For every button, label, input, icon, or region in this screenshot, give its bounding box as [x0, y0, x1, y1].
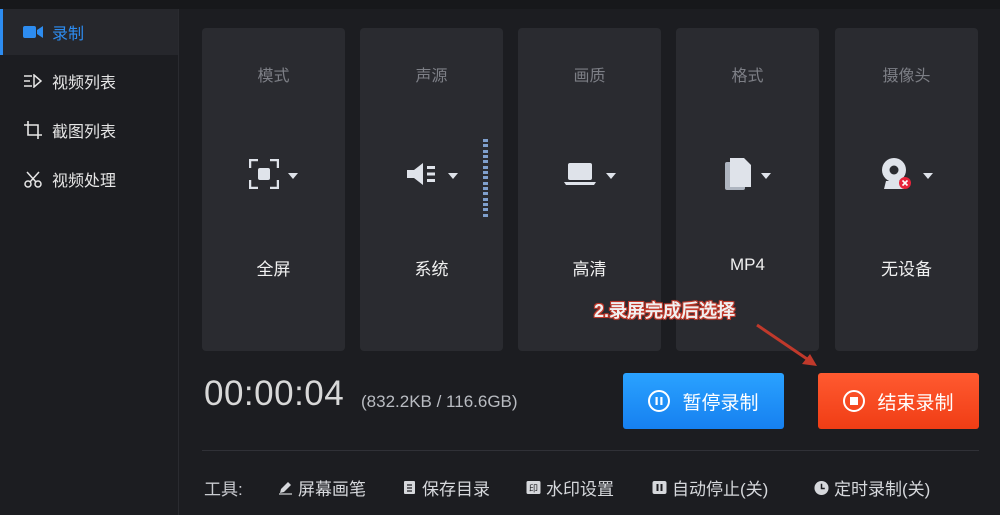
sidebar-item-video-tools[interactable]: 视频处理 — [0, 156, 178, 202]
file-size-readout: (832.2KB / 116.6GB) — [361, 392, 518, 411]
sidebar-item-label: 截图列表 — [52, 124, 117, 141]
pause-recording-label: 暂停录制 — [682, 392, 759, 414]
video-camera-icon — [22, 22, 44, 42]
chevron-down-icon — [448, 173, 458, 179]
clock-icon — [814, 480, 829, 495]
speaker-icon — [405, 161, 439, 192]
sidebar-item-label: 视频列表 — [52, 75, 117, 92]
audio-source-label: 声源 — [415, 68, 448, 85]
quality-label: 画质 — [573, 68, 606, 85]
chevron-down-icon — [288, 173, 298, 179]
divider — [202, 450, 979, 451]
sidebar-item-label: 视频处理 — [52, 173, 117, 190]
watermark-settings-tool[interactable]: 印 水印设置 — [526, 475, 614, 500]
mode-label: 模式 — [257, 68, 290, 85]
tools-title: 工具: — [204, 480, 243, 499]
audio-source-value: 系统 — [414, 260, 449, 279]
format-value: MP4 — [730, 255, 765, 274]
chevron-down-icon — [923, 173, 933, 179]
mode-value: 全屏 — [256, 260, 291, 279]
webcam-icon — [880, 156, 914, 197]
mode-selector[interactable] — [202, 156, 345, 196]
fullscreen-icon — [248, 158, 280, 194]
chevron-down-icon — [606, 173, 616, 179]
scheduled-recording-tool[interactable]: 定时录制(关) — [814, 475, 930, 500]
chevron-down-icon — [761, 173, 771, 179]
tool-label: 水印设置 — [546, 480, 614, 499]
format-label: 格式 — [731, 68, 764, 85]
annotation-text: 2.录屏完成后选择 — [594, 301, 736, 321]
stop-recording-label: 结束录制 — [877, 392, 954, 414]
webcam-card[interactable]: 摄像头 无设备 — [835, 28, 978, 351]
sidebar-item-video-list[interactable]: 视频列表 — [0, 58, 178, 104]
audio-level-meter — [483, 139, 488, 217]
folder-doc-icon — [402, 480, 417, 495]
webcam-selector[interactable] — [835, 156, 978, 196]
record-panel: 模式 全屏 声源 系统 画质 高清 格式 MP4 摄像头 无设备 2.录屏完成后… — [180, 9, 1000, 515]
sidebar-item-screenshot-list[interactable]: 截图列表 — [0, 107, 178, 153]
webcam-label: 摄像头 — [882, 68, 931, 85]
sidebar-item-record[interactable]: 录制 — [0, 9, 178, 55]
pause-recording-button[interactable]: 暂停录制 — [623, 373, 784, 429]
stop-recording-button[interactable]: 结束录制 — [818, 373, 979, 429]
screen-pen-tool[interactable]: 屏幕画笔 — [278, 475, 366, 500]
window-top-bar — [0, 0, 1000, 9]
sidebar-item-label: 录制 — [52, 26, 85, 43]
screenshot-list-icon — [22, 120, 44, 140]
tool-label: 自动停止(关) — [672, 480, 769, 499]
file-icon — [724, 157, 752, 196]
video-tools-icon — [22, 169, 44, 189]
mode-card[interactable]: 模式 全屏 — [202, 28, 345, 351]
laptop-icon — [563, 162, 597, 191]
auto-stop-tool[interactable]: 自动停止(关) — [652, 475, 768, 500]
video-list-icon — [22, 71, 44, 91]
format-selector[interactable] — [676, 156, 819, 196]
watermark-icon: 印 — [526, 480, 541, 495]
sidebar: 录制 视频列表 截图列表 视频处理 — [0, 9, 179, 515]
svg-text:印: 印 — [529, 483, 538, 495]
audio-source-selector[interactable] — [360, 156, 503, 196]
annotation-arrow-icon — [756, 323, 817, 366]
pause-icon — [648, 390, 671, 412]
tool-label: 定时录制(关) — [834, 480, 931, 499]
quality-value: 高清 — [572, 260, 607, 279]
pen-icon — [278, 480, 293, 495]
tool-label: 屏幕画笔 — [298, 480, 366, 499]
save-directory-tool[interactable]: 保存目录 — [402, 475, 490, 500]
recording-timer: 00:00:04 — [204, 374, 345, 413]
pause-square-icon — [652, 480, 667, 495]
audio-source-card[interactable]: 声源 系统 — [360, 28, 503, 351]
quality-selector[interactable] — [518, 156, 661, 196]
webcam-value: 无设备 — [881, 260, 932, 279]
tool-label: 保存目录 — [422, 480, 490, 499]
stop-icon — [843, 390, 866, 412]
